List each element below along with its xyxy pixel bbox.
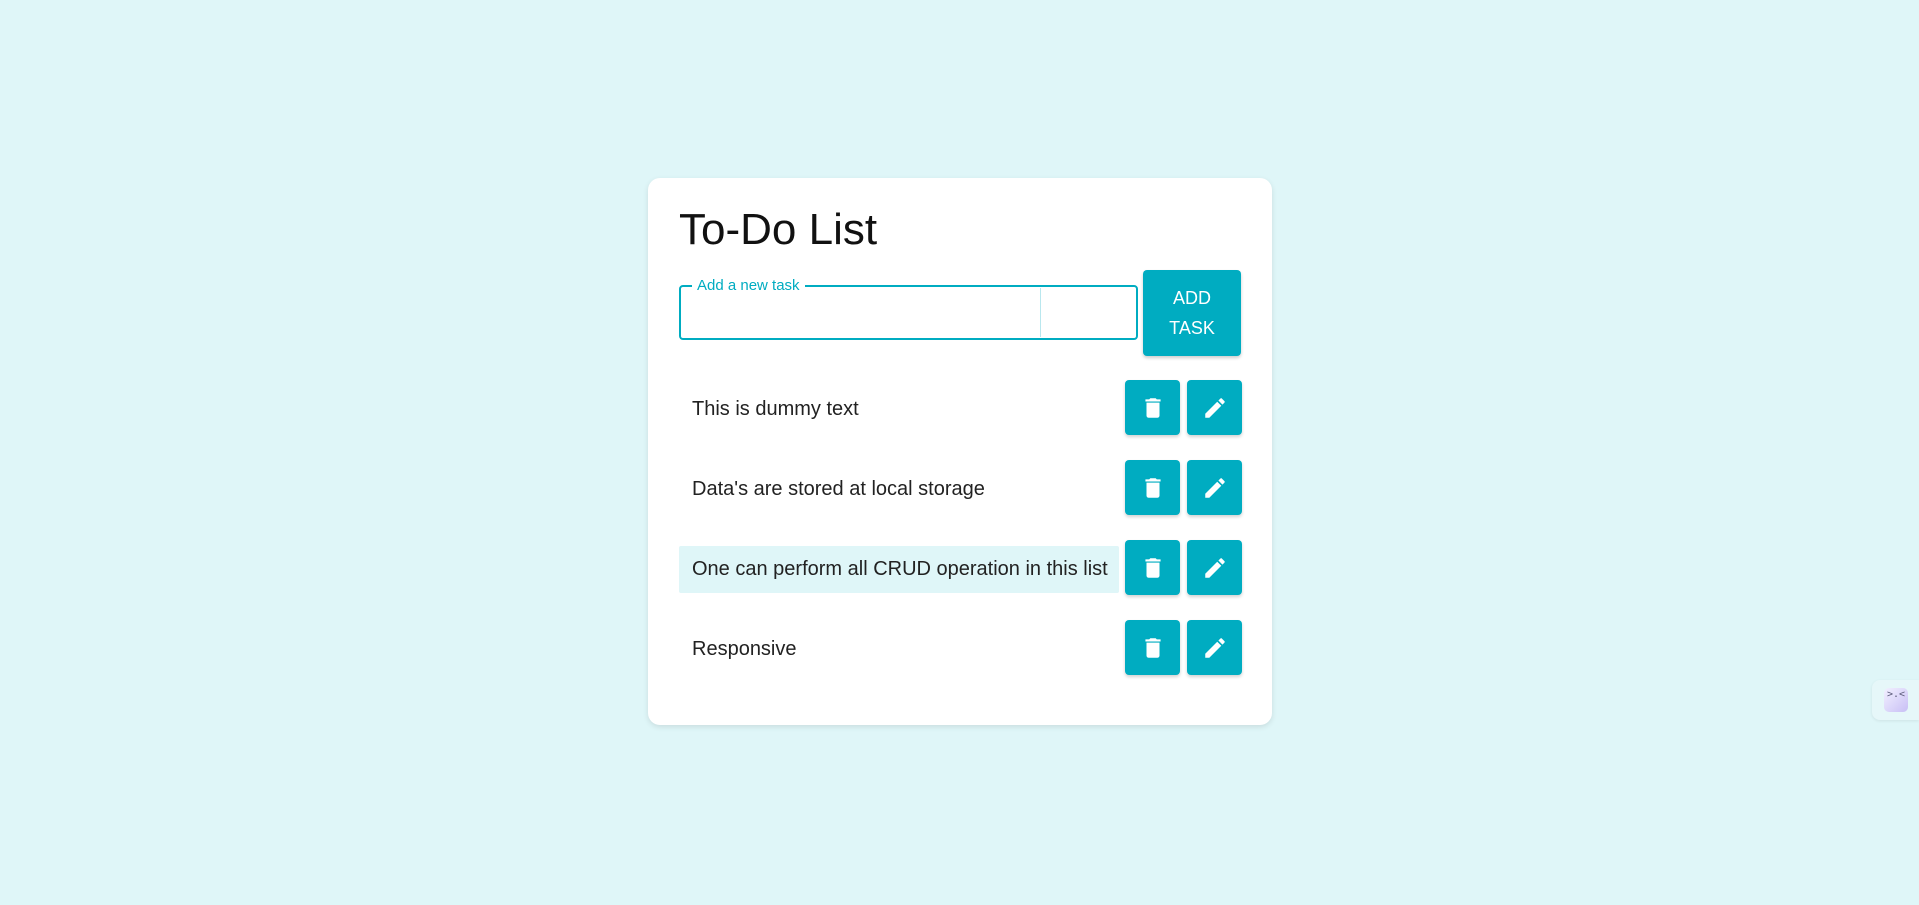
pencil-icon — [1202, 395, 1228, 421]
new-task-field[interactable]: Add a new task — [679, 277, 1138, 340]
task-row: Data's are stored at local storage — [679, 460, 1242, 515]
edit-task-button[interactable] — [1187, 460, 1242, 515]
trash-icon — [1140, 555, 1166, 581]
widget-glyph-icon: >.< — [1884, 688, 1908, 712]
delete-task-button[interactable] — [1125, 460, 1180, 515]
page-title: To-Do List — [679, 205, 878, 254]
task-text: Data's are stored at local storage — [692, 478, 985, 500]
delete-task-button[interactable] — [1125, 620, 1180, 675]
pencil-icon — [1202, 475, 1228, 501]
task-text: Responsive — [692, 638, 797, 660]
delete-task-button[interactable] — [1125, 540, 1180, 595]
todo-card: To-Do List Add a new task ADD TASK This … — [648, 178, 1272, 725]
add-task-button[interactable]: ADD TASK — [1143, 270, 1241, 356]
side-widget-button[interactable]: >.< — [1872, 680, 1919, 720]
edit-task-button[interactable] — [1187, 380, 1242, 435]
delete-task-button[interactable] — [1125, 380, 1180, 435]
field-divider — [1040, 288, 1041, 337]
task-list: This is dummy text Data's are stored at … — [679, 380, 1242, 700]
task-text: This is dummy text — [692, 398, 859, 420]
new-task-input[interactable] — [681, 287, 1040, 338]
task-text: One can perform all CRUD operation in th… — [679, 546, 1119, 593]
edit-task-button[interactable] — [1187, 620, 1242, 675]
trash-icon — [1140, 635, 1166, 661]
task-row: This is dummy text — [679, 380, 1242, 435]
edit-task-button[interactable] — [1187, 540, 1242, 595]
pencil-icon — [1202, 635, 1228, 661]
trash-icon — [1140, 475, 1166, 501]
task-row: One can perform all CRUD operation in th… — [679, 540, 1242, 595]
task-row: Responsive — [679, 620, 1242, 675]
trash-icon — [1140, 395, 1166, 421]
pencil-icon — [1202, 555, 1228, 581]
